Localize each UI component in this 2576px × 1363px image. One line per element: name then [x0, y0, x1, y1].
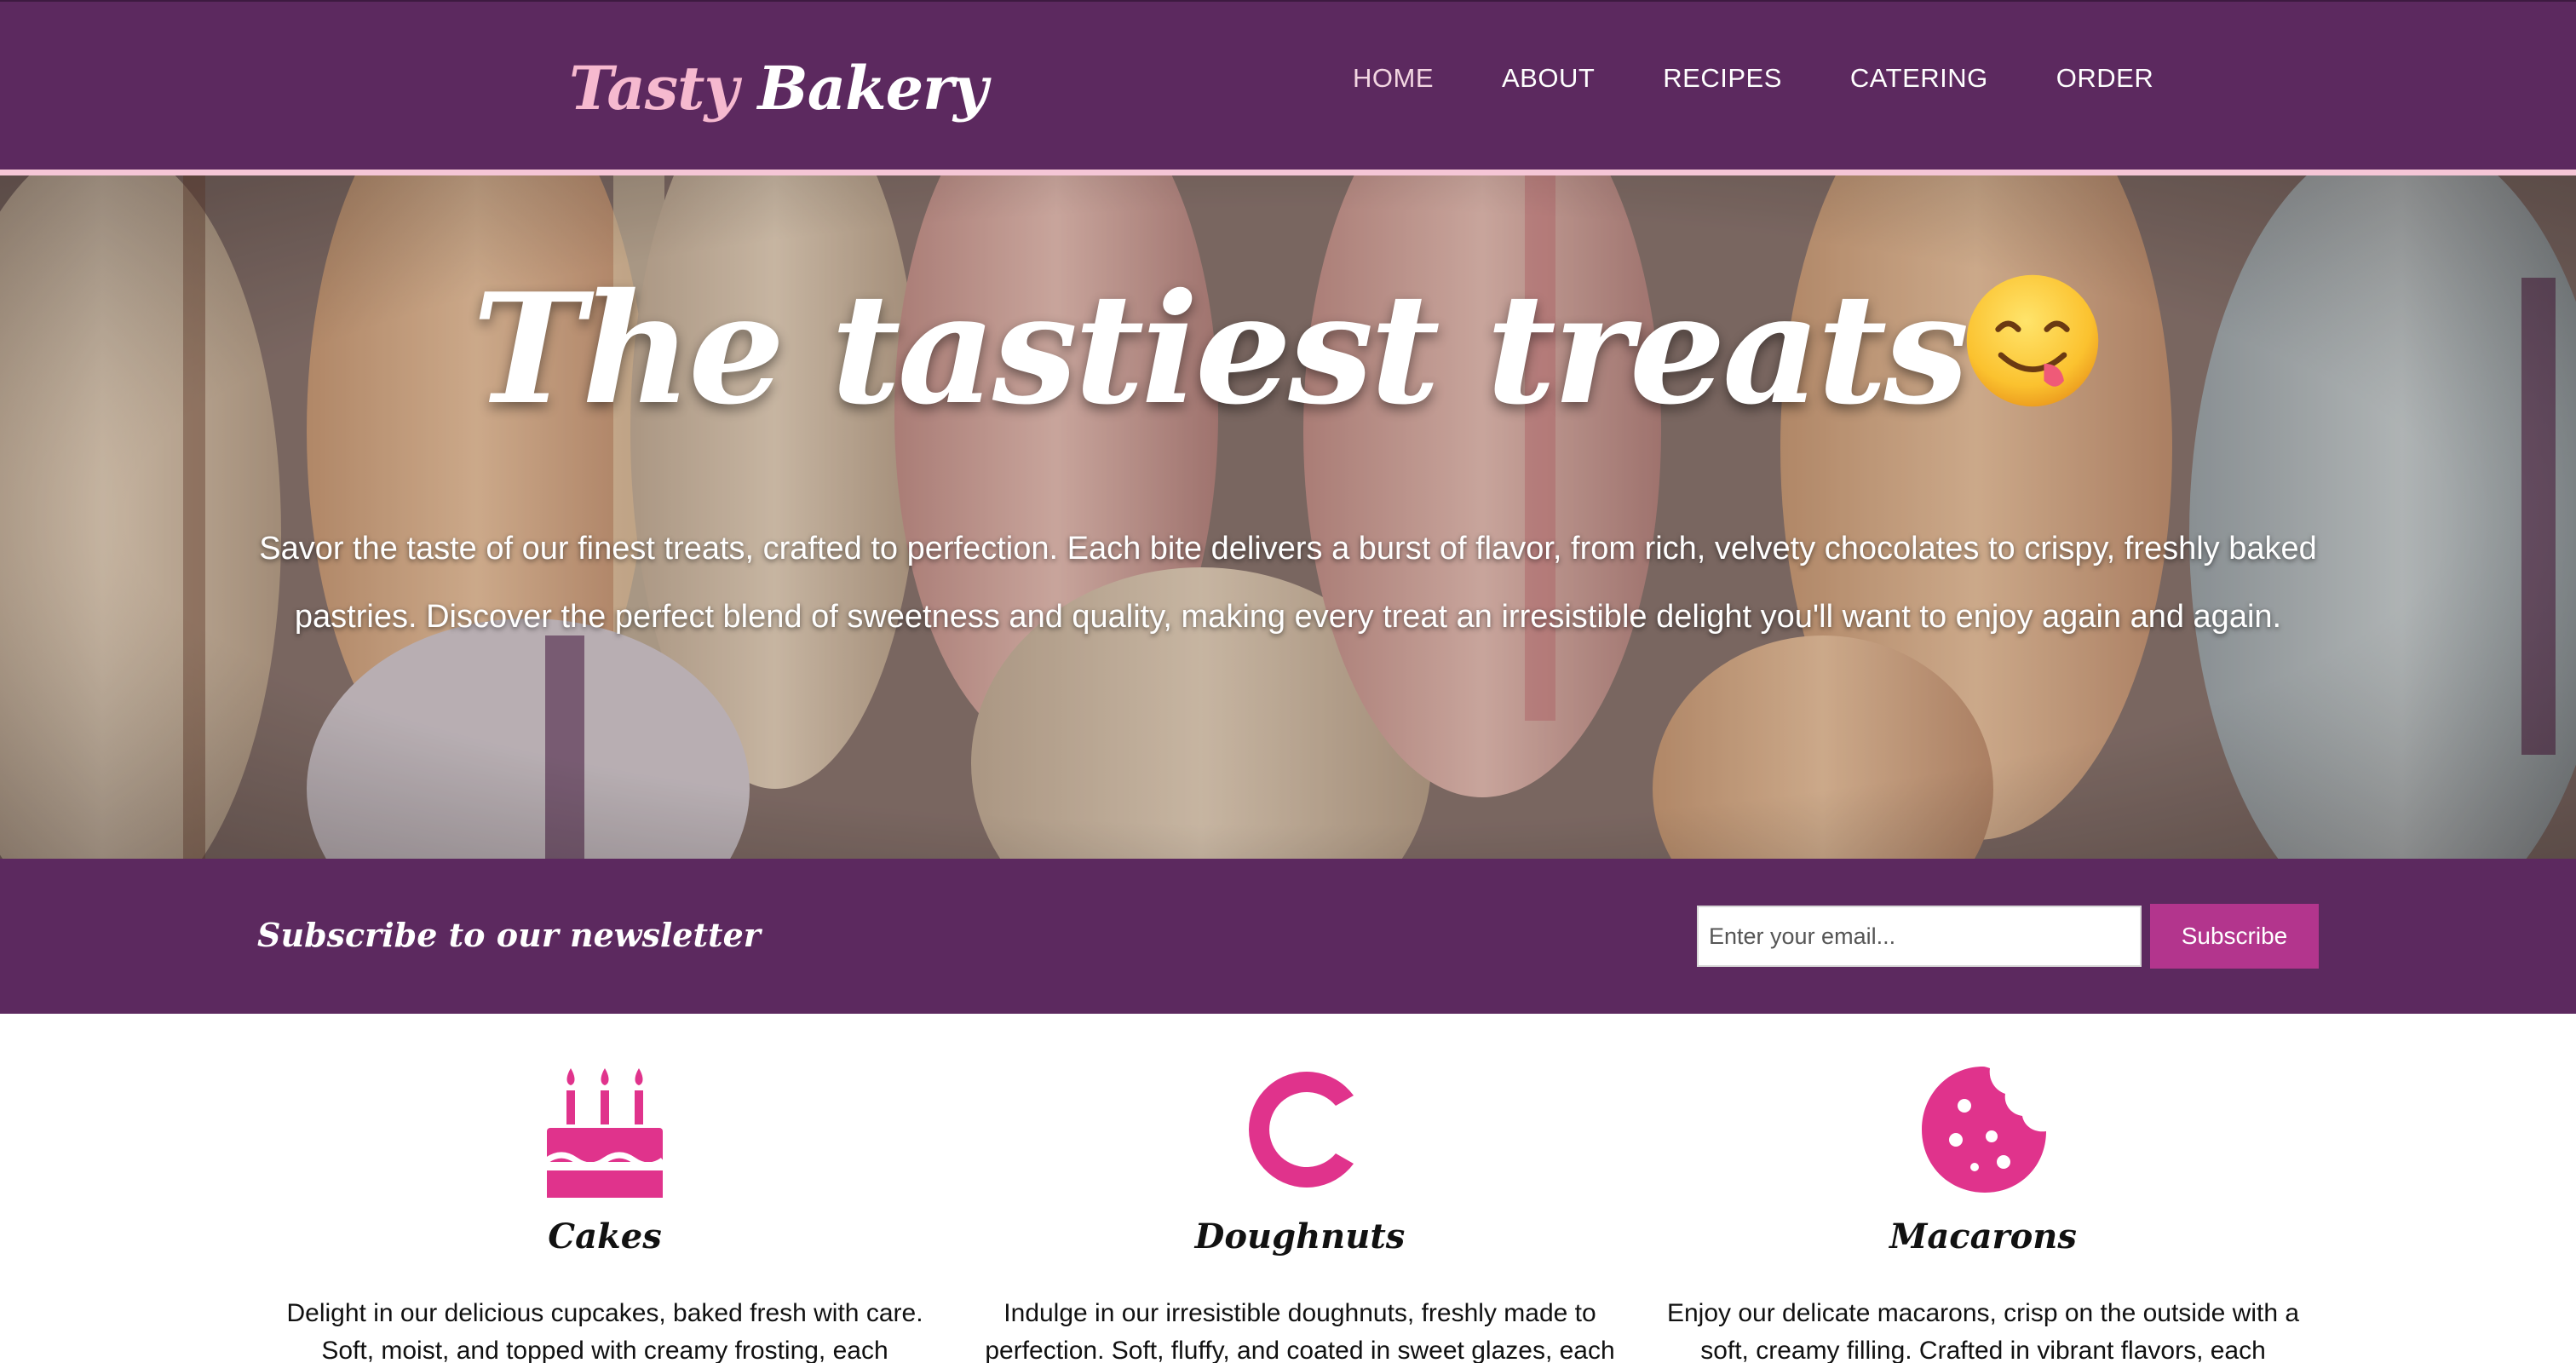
cookie-icon — [1922, 1067, 2046, 1193]
bakery-page: Tasty Bakery HOME ABOUT RECIPES CATERING… — [0, 0, 2576, 1363]
hero-title: The tastiest treats — [0, 247, 2576, 451]
hero-description: Savor the taste of our finest treats, cr… — [259, 531, 2317, 635]
product-title-cakes: Cakes — [548, 1216, 662, 1257]
email-input[interactable] — [1697, 906, 2142, 967]
nav-link-order[interactable]: ORDER — [2056, 63, 2153, 94]
product-icon-wrap — [264, 1061, 946, 1198]
header-divider — [0, 170, 2576, 175]
logo-word-bakery: Bakery — [757, 53, 988, 124]
product-icon-wrap — [959, 1061, 1641, 1198]
site-logo[interactable]: Tasty Bakery — [569, 46, 988, 131]
product-description-cakes: Delight in our delicious cupcakes, baked… — [286, 1299, 923, 1363]
doughnut-icon — [1249, 1072, 1354, 1188]
nav-link-home[interactable]: HOME — [1353, 63, 1434, 94]
hero-title-text: The tastiest treats — [472, 260, 1969, 438]
product-icon-wrap — [1642, 1061, 2324, 1198]
nav-link-about[interactable]: ABOUT — [1502, 63, 1595, 94]
site-header: Tasty Bakery HOME ABOUT RECIPES CATERING… — [0, 0, 2576, 170]
face-savoring-food-icon — [1966, 274, 2098, 407]
hero-section: The tastiest treats Savor the taste of o… — [0, 175, 2576, 859]
product-description-macarons: Enjoy our delicate macarons, crisp on th… — [1666, 1299, 2300, 1363]
main-nav: HOME ABOUT RECIPES CATERING ORDER — [1353, 63, 2153, 94]
product-title-doughnuts: Doughnuts — [1194, 1216, 1406, 1257]
product-title-macarons: Macarons — [1889, 1216, 2077, 1257]
nav-link-recipes[interactable]: RECIPES — [1663, 63, 1782, 94]
product-description-doughnuts: Indulge in our irresistible doughnuts, f… — [985, 1299, 1615, 1363]
products-section: Cakes Delight in our delicious cupcakes,… — [0, 1014, 2576, 1363]
newsletter-bar: Subscribe to our newsletter Subscribe — [0, 859, 2576, 1014]
nav-link-catering[interactable]: CATERING — [1850, 63, 1988, 94]
logo-word-tasty: Tasty — [569, 53, 739, 124]
subscribe-button[interactable]: Subscribe — [2150, 904, 2319, 969]
newsletter-title: Subscribe to our newsletter — [257, 916, 761, 954]
birthday-cake-icon — [545, 1068, 664, 1198]
